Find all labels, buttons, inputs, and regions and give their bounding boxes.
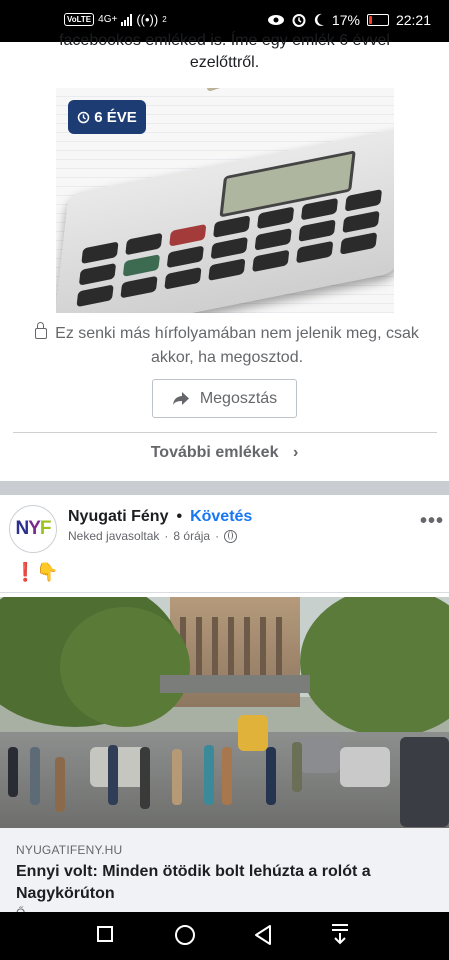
more-memories-link[interactable]: További emlékek ›: [0, 444, 449, 462]
photo-person: [108, 745, 118, 805]
network-type: 4G+: [98, 14, 118, 25]
page-name[interactable]: Nyugati Fény: [68, 508, 168, 526]
photo-tree: [60, 607, 190, 727]
photo-person: [30, 747, 40, 805]
recent-apps-icon[interactable]: [97, 926, 113, 942]
status-right: 17% 22:21: [267, 12, 431, 28]
photo-person: [140, 747, 150, 809]
avatar-letter-n: N: [15, 518, 29, 539]
photo-person: [266, 747, 276, 805]
eye-icon: [267, 15, 284, 25]
article-photo[interactable]: [0, 597, 449, 828]
meta-separator-2: ·: [215, 529, 220, 543]
privacy-note: Ez senki más hírfolyamában nem jelenik m…: [22, 322, 432, 370]
avatar-letter-f: F: [39, 518, 52, 539]
hotspot-icon: ((•)): [136, 12, 159, 27]
volte-icon: VoLTE: [64, 13, 95, 26]
post-time[interactable]: 8 órája: [173, 529, 210, 543]
hotspot-count: 2: [162, 15, 167, 24]
share-button[interactable]: Megosztás: [152, 379, 297, 418]
photo-person: [55, 757, 65, 812]
feed-separator: [0, 481, 449, 495]
photo-car: [400, 737, 449, 827]
privacy-text: Ez senki más hírfolyamában nem jelenik m…: [55, 325, 419, 366]
more-memories-label: További emlékek: [150, 444, 279, 461]
photo-person: [204, 745, 214, 805]
suggested-label: Neked javasoltak: [68, 529, 160, 543]
post-header: Nyugati Fény • Követés: [68, 508, 252, 526]
memory-intro-text: facebookos emléked is. Íme egy emlék 6 é…: [0, 30, 449, 74]
follow-button[interactable]: Követés: [190, 508, 252, 526]
meta-separator: ·: [164, 529, 169, 543]
clock: 22:21: [395, 12, 431, 28]
avatar-letter-y: Y: [28, 518, 41, 539]
page-avatar[interactable]: NYF: [9, 505, 57, 553]
name-separator: •: [176, 508, 183, 525]
link-domain: NYUGATIFENY.HU: [16, 843, 123, 857]
notification-down-icon[interactable]: [331, 923, 349, 945]
photo-person: [172, 749, 182, 805]
post-options-icon[interactable]: •••: [420, 510, 444, 533]
photo-car: [340, 747, 390, 787]
back-icon[interactable]: [254, 924, 272, 946]
link-headline[interactable]: Ennyi volt: Minden ötödik bolt lehúzta a…: [16, 861, 436, 905]
home-icon[interactable]: [175, 925, 195, 945]
photo-person: [222, 747, 232, 805]
lock-icon: [35, 322, 48, 339]
divider: [0, 592, 449, 593]
signal-icon: [121, 13, 133, 26]
photo-person: [8, 747, 18, 797]
battery-icon: [366, 14, 389, 26]
memory-intro-line2: ezelőttről.: [189, 54, 260, 71]
photo-car: [300, 737, 340, 773]
share-label: Megosztás: [199, 389, 278, 407]
photo-bridge: [160, 675, 310, 693]
photo-person: [292, 742, 302, 792]
years-ago-badge: 6 ÉVE: [68, 100, 146, 134]
status-left: VoLTE 4G+ ((•)) 2: [64, 12, 167, 27]
globe-icon: [224, 529, 238, 543]
divider: [13, 432, 437, 433]
chevron-right-icon: ›: [292, 444, 299, 461]
photo-car: [238, 715, 268, 751]
memory-intro-line1: facebookos emléked is. Íme egy emlék 6 é…: [59, 32, 390, 49]
moon-icon: [314, 13, 324, 26]
battery-percent: 17%: [331, 12, 360, 28]
years-ago-label: 6 ÉVE: [94, 108, 137, 126]
photo-tree: [300, 597, 449, 737]
post-text: ❗👇: [14, 562, 59, 582]
alarm-icon: [292, 14, 306, 27]
battery-fill: [368, 16, 372, 24]
history-icon: [77, 111, 90, 123]
share-arrow-icon: [172, 392, 189, 405]
system-nav-bar: [0, 912, 449, 960]
post-meta: Neked javasoltak · 8 órája ·: [68, 529, 238, 543]
